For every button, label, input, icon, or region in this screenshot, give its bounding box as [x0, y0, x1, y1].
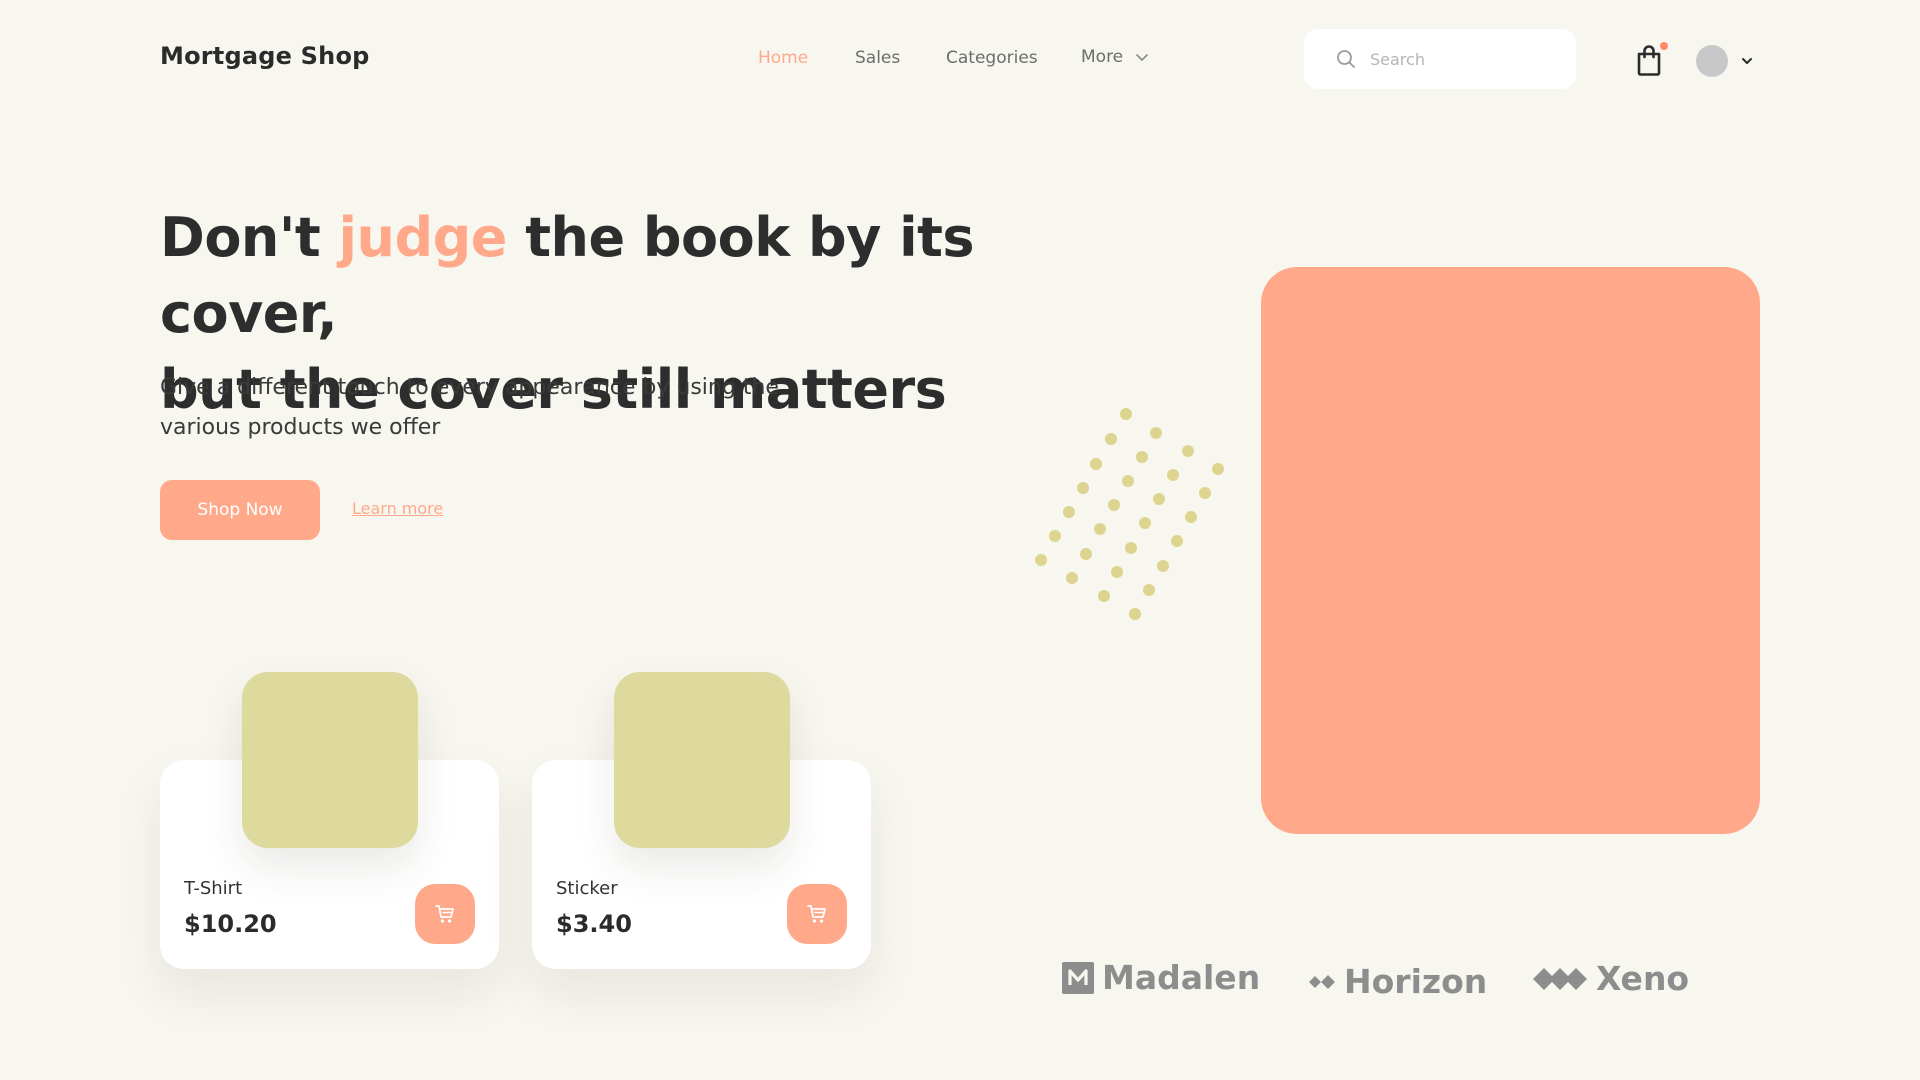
product-price: $10.20: [184, 910, 277, 938]
brand-horizon: Horizon: [1308, 962, 1487, 1001]
nav-item-home[interactable]: Home: [758, 48, 808, 68]
nav-item-more-label: More: [1081, 47, 1124, 67]
hero-title-start: Don't: [160, 206, 339, 269]
nav-item-categories[interactable]: Categories: [946, 48, 1038, 68]
brand-xeno: Xeno: [1532, 959, 1689, 998]
hero-subtitle: Give a different touch to every appearan…: [160, 368, 800, 448]
nav-item-more[interactable]: More: [1081, 47, 1149, 67]
add-to-cart-button[interactable]: [415, 884, 475, 944]
product-name: T-Shirt: [184, 878, 243, 899]
site-logo[interactable]: Mortgage Shop: [160, 42, 370, 70]
chevron-down-icon: [1136, 54, 1148, 61]
diamond-pair-icon: [1309, 974, 1335, 989]
add-to-cart-button[interactable]: [787, 884, 847, 944]
hero-subtitle-line2: various products we offer: [160, 415, 441, 440]
product-name: Sticker: [556, 878, 618, 899]
learn-more-link[interactable]: Learn more: [352, 499, 443, 518]
chevron-down-icon[interactable]: [1740, 54, 1754, 68]
dot-pattern-decoration: [1035, 408, 1224, 620]
search-box[interactable]: [1304, 29, 1576, 89]
m-square-icon: [1062, 961, 1094, 994]
cart-icon: [807, 905, 826, 923]
brand-name: Madalen: [1102, 958, 1261, 997]
brand-name: Xeno: [1596, 959, 1690, 998]
nav-item-sales[interactable]: Sales: [855, 48, 900, 68]
search-input[interactable]: [1370, 49, 1550, 69]
triple-diamond-icon: [1533, 967, 1587, 990]
avatar[interactable]: [1696, 45, 1728, 77]
notification-dot: [1660, 42, 1668, 50]
product-image-tshirt[interactable]: [242, 672, 418, 848]
shop-now-button[interactable]: Shop Now: [160, 480, 320, 540]
brand-name: Horizon: [1344, 962, 1488, 1001]
product-image-sticker[interactable]: [614, 672, 790, 848]
shopping-bag-icon[interactable]: [1636, 44, 1662, 76]
hero-title-accent: judge: [338, 206, 508, 269]
brand-madalen: Madalen: [1062, 958, 1260, 997]
search-icon: [1337, 50, 1355, 68]
hero-image-placeholder: [1261, 267, 1760, 834]
product-price: $3.40: [556, 910, 632, 938]
hero-subtitle-line1: Give a different touch to every appearan…: [160, 375, 779, 400]
cart-icon: [435, 905, 454, 923]
